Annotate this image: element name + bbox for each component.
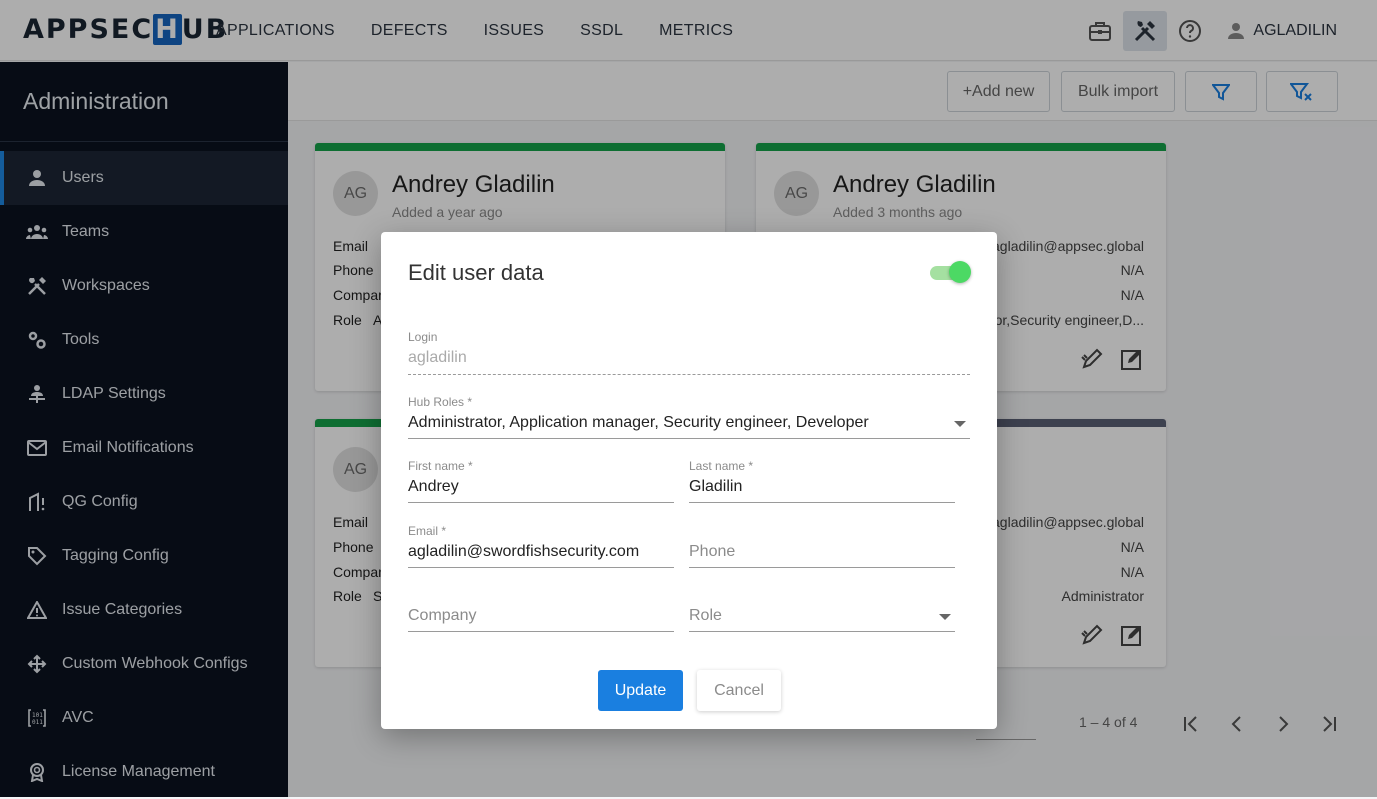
- company-field[interactable]: Company: [408, 588, 674, 632]
- last-name-field[interactable]: Last name * Gladilin: [689, 459, 955, 503]
- dialog-title: Edit user data: [408, 260, 544, 285]
- hub-roles-select[interactable]: Hub Roles * Administrator, Application m…: [408, 395, 970, 439]
- field-underline: [408, 374, 970, 375]
- role-select[interactable]: Role: [689, 588, 955, 632]
- first-name-field[interactable]: First name * Andrey: [408, 459, 674, 503]
- field-underline: [408, 502, 674, 503]
- last-name-value: Gladilin: [689, 478, 743, 495]
- phone-placeholder: Phone: [689, 543, 736, 560]
- login-label: Login: [408, 330, 438, 344]
- phone-field[interactable]: Phone: [689, 524, 955, 568]
- edit-user-dialog: Edit user data Login agladilin Hub Roles…: [381, 232, 997, 729]
- field-underline: [689, 502, 955, 503]
- field-underline: [689, 631, 955, 632]
- login-value: agladilin: [408, 349, 467, 366]
- last-name-label: Last name *: [689, 459, 754, 473]
- email-field[interactable]: Email * agladilin@swordfishsecurity.com: [408, 524, 674, 568]
- first-name-value: Andrey: [408, 478, 459, 495]
- hub-roles-value: Administrator, Application manager, Secu…: [408, 414, 869, 431]
- field-underline: [408, 631, 674, 632]
- email-label: Email *: [408, 524, 447, 538]
- first-name-label: First name *: [408, 459, 473, 473]
- update-button[interactable]: Update: [598, 670, 683, 711]
- role-placeholder: Role: [689, 607, 722, 624]
- field-underline: [408, 567, 674, 568]
- company-placeholder: Company: [408, 607, 477, 624]
- hub-roles-label: Hub Roles *: [408, 395, 473, 409]
- toggle-knob: [949, 261, 971, 283]
- field-underline: [689, 567, 955, 568]
- cancel-button[interactable]: Cancel: [697, 670, 781, 711]
- field-underline: [408, 438, 970, 439]
- email-value: agladilin@swordfishsecurity.com: [408, 543, 640, 560]
- chevron-down-icon: [954, 421, 966, 427]
- user-enabled-toggle[interactable]: [930, 261, 971, 283]
- login-field: Login agladilin: [408, 330, 970, 375]
- chevron-down-icon: [939, 614, 951, 620]
